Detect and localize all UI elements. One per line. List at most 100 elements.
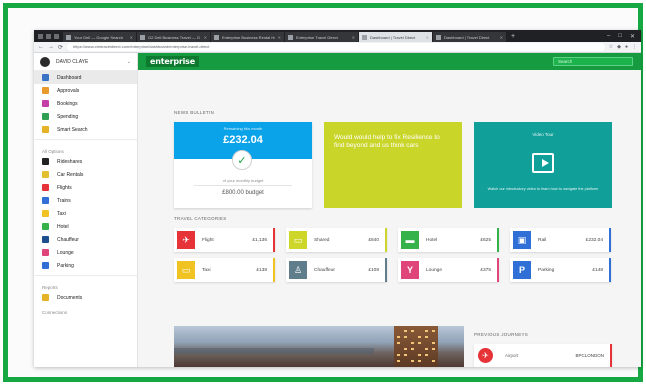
category-name: Rail (538, 237, 547, 243)
sidebar-item[interactable]: Approvals (34, 84, 137, 97)
main-content: NEWS BULLETIN Remaining this month £232.… (138, 70, 641, 367)
airplane-icon: ✈ (478, 348, 493, 363)
category-card[interactable]: ▭ Taxi £138 (174, 258, 275, 282)
budget-amount: £232.04 (223, 134, 263, 146)
airplane-icon: ✈ (177, 231, 195, 249)
avatar (40, 56, 50, 67)
recent-journey-item[interactable]: ✈ Airport BPCLONDON (474, 344, 612, 367)
minimize-button[interactable]: – (607, 33, 610, 40)
sidebar-item[interactable]: Car Rentals (34, 168, 137, 181)
tab-title: Enterprise Travel Direct (296, 34, 338, 40)
category-card[interactable]: P Parking £148 (510, 258, 611, 282)
sidebar-item[interactable]: Trains (34, 194, 137, 207)
checkmark-icon: ✓ (232, 150, 252, 170)
browser-tab[interactable]: Enterprise Business Rental Home✕ (211, 32, 284, 42)
reload-icon[interactable]: ⟳ (58, 44, 63, 51)
highlight-frame: Your Dell — Google Search ✕ G2 Dell Busine… (3, 3, 643, 382)
category-card[interactable]: ♙ Chauffeur £108 (286, 258, 387, 282)
options-heading: All Options (42, 149, 64, 154)
divider (34, 139, 137, 140)
sidebar-item[interactable]: Hotel (34, 220, 137, 233)
category-card[interactable]: Y Lounge £375 (398, 258, 499, 282)
promo-card[interactable]: Would would help to fix Resilience to fi… (324, 122, 462, 208)
sidebar-item[interactable]: Smart Search (34, 123, 137, 136)
close-window-button[interactable]: ✕ (630, 33, 635, 40)
sidebar-item[interactable]: Taxi (34, 207, 137, 220)
hotel-icon (42, 223, 49, 230)
url-input[interactable]: https://www.ctmtraveldirect.com/enterpri… (67, 43, 605, 51)
browser-tab[interactable]: Enterprise Travel Direct ✕ (285, 32, 358, 42)
sidebar-item[interactable]: Lounge (34, 246, 137, 259)
category-name: Chauffeur (314, 267, 335, 273)
budget-card[interactable]: Remaining this month £232.04 ✓ of your m… (174, 122, 312, 208)
train-icon (42, 197, 49, 204)
favicon-icon (140, 34, 145, 40)
accent-bar (385, 228, 387, 252)
lounge-icon (42, 249, 49, 256)
close-tab-icon[interactable]: ✕ (130, 35, 133, 40)
taxi-icon (42, 210, 49, 217)
building-photo (394, 326, 438, 367)
search-input[interactable]: Search (553, 57, 633, 66)
close-tab-icon[interactable]: ✕ (352, 35, 355, 40)
accent-bar (385, 258, 387, 282)
sidebar-item[interactable]: Dashboard (34, 71, 137, 84)
forward-icon[interactable]: → (48, 44, 54, 50)
category-name: Taxi (202, 267, 211, 273)
sidebar-item[interactable]: Spending (34, 110, 137, 123)
flight-icon (42, 184, 49, 191)
extensions: ☆ ◆ ● ⋮ (609, 44, 637, 50)
category-card[interactable]: ▬ Hotel £625 (398, 228, 499, 252)
sidebar-item[interactable]: Chauffeur (34, 233, 137, 246)
user-menu[interactable]: DAVID CLAYE ⌄ (34, 53, 137, 71)
sidebar: DAVID CLAYE ⌄ Dashboard Approvals Bookings… (34, 53, 138, 367)
back-icon[interactable]: ← (38, 44, 44, 50)
category-name: Lounge (426, 267, 443, 273)
category-value: £232.04 (585, 237, 603, 243)
chauffeur-icon (42, 236, 49, 243)
category-name: Shared (314, 237, 330, 243)
main-nav: Dashboard Approvals Bookings Spending Smart … (34, 71, 137, 136)
category-card[interactable]: ▣ Rail £232.04 (510, 228, 611, 252)
dashboard-icon (42, 74, 49, 81)
close-tab-icon[interactable]: ✕ (426, 35, 429, 40)
sidebar-item[interactable]: Parking (34, 259, 137, 272)
category-card[interactable]: ✈ Flight £1,136 (174, 228, 275, 252)
brand-logo[interactable]: enterprise (146, 56, 199, 67)
close-tab-icon[interactable]: ✕ (204, 35, 207, 40)
video-tour-card[interactable]: Video Tour Watch our introductory video … (474, 122, 612, 208)
tab-title: Dashboard | Travel Direct (444, 34, 490, 40)
favicon-icon (288, 34, 293, 40)
car-rental-icon (42, 171, 49, 178)
car-icon (42, 158, 49, 165)
reports-nav: Documents (34, 291, 137, 304)
sidebar-item[interactable]: Bookings (34, 97, 137, 110)
video-title: Video Tour (532, 132, 554, 137)
menu-kebab-icon[interactable]: ⋮ (632, 44, 637, 50)
profile-icon[interactable]: ● (625, 44, 628, 50)
sidebar-item[interactable]: Rideshares (34, 155, 137, 168)
sidebar-item[interactable]: Flights (34, 181, 137, 194)
window-menu[interactable] (34, 33, 63, 39)
browser-tab[interactable]: Your Dell — Google Search ✕ (63, 32, 136, 42)
browser-tab[interactable]: Dashboard | Travel Direct ✕ (359, 32, 432, 42)
play-icon[interactable] (532, 153, 554, 173)
reports-heading: Reports (42, 285, 58, 290)
window-controls: – □ ✕ (607, 33, 641, 40)
extension-icon[interactable]: ◆ (617, 44, 621, 50)
app: DAVID CLAYE ⌄ Dashboard Approvals Bookings… (34, 53, 641, 367)
maximize-button[interactable]: □ (618, 33, 622, 40)
close-tab-icon[interactable]: ✕ (278, 35, 281, 40)
sidebar-item[interactable]: Documents (34, 291, 137, 304)
category-card[interactable]: ▭ Shared £840 (286, 228, 387, 252)
sidebar-item-label: Chauffeur (57, 236, 79, 243)
chauffeur-icon: ♙ (289, 261, 307, 279)
close-tab-icon[interactable]: ✕ (500, 35, 503, 40)
options-nav: Rideshares Car Rentals Flights Trains Taxi Ho… (34, 155, 137, 272)
sidebar-item-label: Dashboard (57, 74, 82, 81)
browser-tab[interactable]: Dashboard | Travel Direct ✕ (433, 32, 506, 42)
new-tab-button[interactable]: + (511, 33, 515, 40)
browser-tab[interactable]: G2 Dell Business Travel — G ✕ (137, 32, 210, 42)
tab-title: Your Dell — Google Search (74, 34, 123, 40)
bookmark-star-icon[interactable]: ☆ (609, 44, 613, 50)
